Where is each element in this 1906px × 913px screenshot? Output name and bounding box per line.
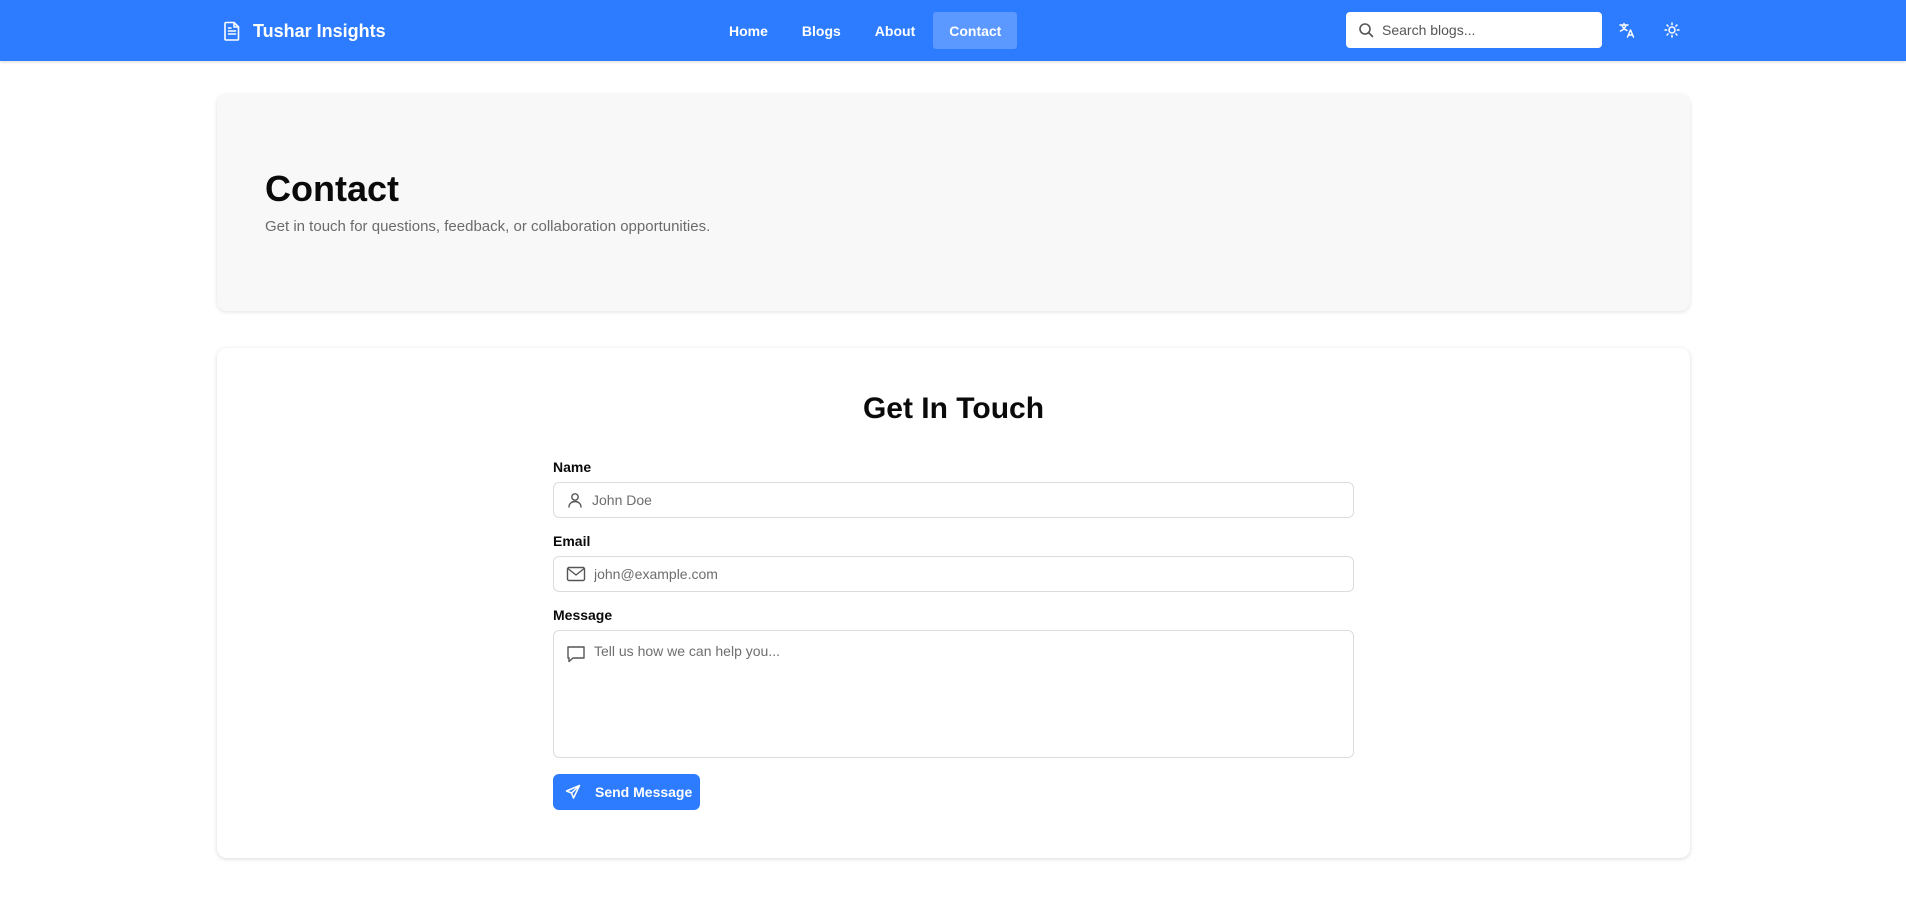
name-input[interactable]	[592, 492, 1332, 508]
nav-home[interactable]: Home	[713, 12, 784, 49]
message-input[interactable]	[594, 643, 1334, 743]
page-hero: Contact Get in touch for questions, feed…	[217, 94, 1690, 311]
top-navbar: Tushar Insights Home Blogs About Contact	[0, 0, 1906, 61]
page-title: Contact	[265, 168, 399, 209]
contact-form-card: Get In Touch Name Email Message	[217, 348, 1690, 858]
send-message-button[interactable]: Send Message	[553, 774, 700, 810]
name-field	[553, 482, 1354, 518]
search-icon	[1358, 22, 1374, 38]
main-nav: Home Blogs About Contact	[713, 12, 1018, 49]
theme-toggle-button[interactable]	[1660, 18, 1684, 42]
brand-link[interactable]: Tushar Insights	[223, 17, 386, 45]
search-input[interactable]	[1382, 22, 1582, 38]
brand-name: Tushar Insights	[253, 20, 386, 41]
document-icon	[223, 21, 241, 41]
user-icon	[566, 491, 584, 509]
translate-icon	[1618, 21, 1636, 39]
form-title: Get In Touch	[862, 392, 1045, 425]
nav-about[interactable]: About	[859, 12, 931, 49]
sun-icon	[1664, 22, 1680, 38]
message-label: Message	[553, 607, 613, 623]
nav-contact[interactable]: Contact	[933, 12, 1018, 49]
name-label: Name	[553, 459, 592, 475]
language-button[interactable]	[1615, 18, 1639, 42]
message-field	[553, 630, 1354, 758]
search-box	[1346, 12, 1602, 48]
mail-icon	[566, 566, 586, 582]
email-label: Email	[553, 533, 591, 549]
email-input[interactable]	[594, 566, 1334, 582]
email-field	[553, 556, 1354, 592]
nav-blogs[interactable]: Blogs	[786, 12, 857, 49]
message-icon	[566, 644, 586, 664]
send-icon	[565, 784, 581, 800]
page-subtitle: Get in touch for questions, feedback, or…	[265, 218, 711, 235]
send-message-label: Send Message	[595, 784, 693, 800]
